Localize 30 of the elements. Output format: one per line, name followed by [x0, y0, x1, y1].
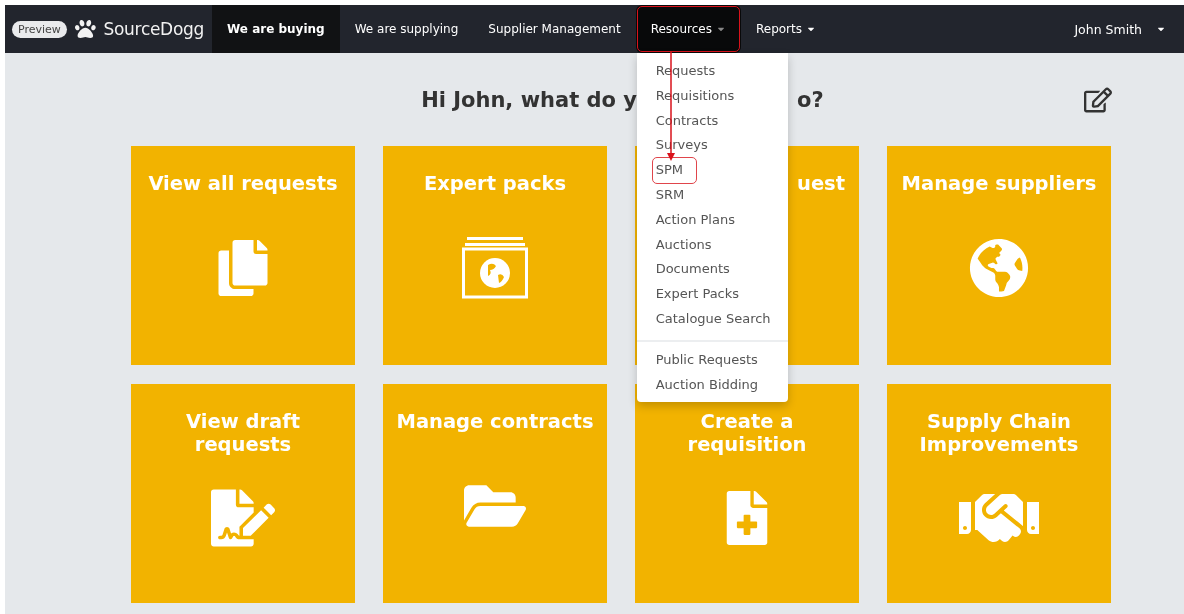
greeting-heading: o? [797, 87, 824, 112]
nav-item[interactable]: We are supplying [339, 5, 474, 53]
nav-item[interactable]: We are buying [212, 5, 340, 53]
tile-title: Expert packs [422, 172, 568, 195]
nav-item[interactable]: Supplier Management [473, 5, 636, 53]
user-menu[interactable]: John Smith [1056, 5, 1184, 53]
nav-item[interactable]: Resources [635, 5, 741, 53]
tile-title: uest [797, 172, 846, 195]
menu-item[interactable]: Documents [636, 257, 788, 283]
menu-item[interactable]: SPM [652, 158, 696, 183]
menu-item[interactable]: SRM [636, 183, 788, 208]
nav-item[interactable]: Reports [740, 5, 831, 53]
tile-title: Supply Chain Improvements [918, 410, 1080, 456]
tile-title: Manage suppliers [900, 172, 1098, 195]
globe-window-icon [462, 237, 528, 299]
tile-title: Create a requisition [686, 410, 808, 456]
menu-item[interactable]: Auctions [636, 232, 788, 258]
globe-icon [969, 238, 1029, 298]
preview-badge: Preview [12, 20, 67, 38]
menu-item[interactable]: Public Requests [636, 347, 788, 373]
tile-title: Manage contracts [395, 410, 595, 433]
menu-item[interactable]: Expert Packs [636, 282, 788, 307]
paw-icon[interactable] [74, 18, 96, 40]
edit-icon[interactable] [1084, 85, 1112, 114]
tile-title: View draft requests [185, 410, 301, 456]
tile-title: View all requests [147, 172, 339, 195]
brand-name[interactable]: SourceDogg [103, 19, 204, 39]
greeting-heading: Hi John, what do y [420, 87, 637, 112]
menu-item[interactable]: Action Plans [636, 207, 788, 233]
menu-item[interactable]: Catalogue Search [636, 306, 788, 332]
